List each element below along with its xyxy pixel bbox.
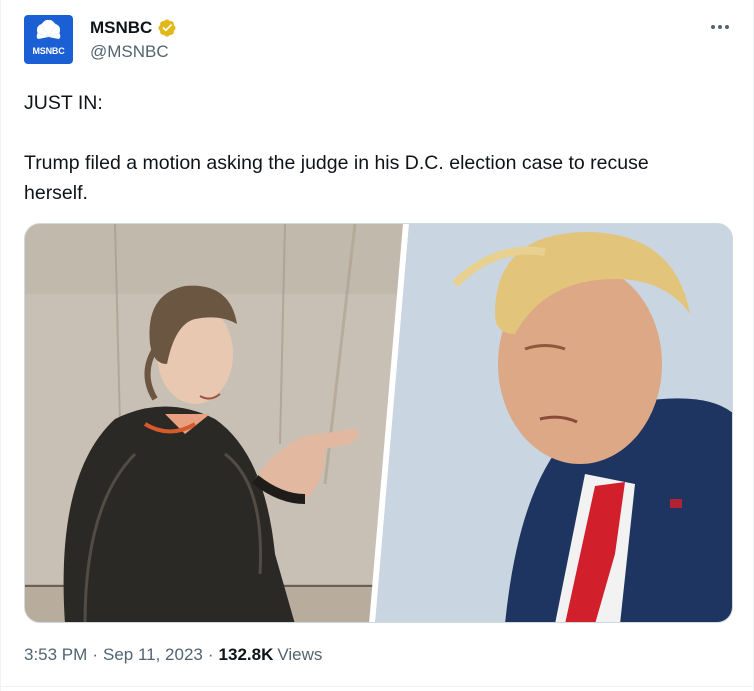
- tweet-text-line: herself.: [24, 182, 88, 204]
- peacock-logo: [36, 19, 61, 39]
- tweet-meta: 3:53 PM · Sep 11, 2023 · 132.8K Views: [24, 645, 322, 665]
- meta-separator: ·: [207, 645, 214, 664]
- tweet-card: MSNBC MSNBC @MSNBC JUST IN: Trump filed …: [0, 0, 754, 691]
- meta-separator: ·: [92, 645, 98, 664]
- courtroom-sketch-image[interactable]: [25, 224, 403, 623]
- tweet-date[interactable]: Sep 11, 2023: [103, 645, 203, 665]
- author-handle[interactable]: @MSNBC: [90, 42, 169, 62]
- author-name-row: MSNBC: [90, 17, 177, 39]
- author-avatar[interactable]: MSNBC: [24, 15, 73, 64]
- tweet-text-line: JUST IN:: [24, 92, 103, 114]
- tweet-time[interactable]: 3:53 PM: [24, 645, 87, 665]
- verified-badge-icon: [158, 19, 176, 37]
- trump-photo-image[interactable]: [375, 224, 733, 623]
- avatar-label: MSNBC: [32, 46, 65, 56]
- tweet-media[interactable]: [24, 223, 733, 623]
- views-label: Views: [277, 645, 323, 664]
- more-horizontal-icon: [711, 25, 729, 29]
- views-count[interactable]: 132.8K: [219, 645, 274, 665]
- divider: [1, 686, 753, 687]
- more-options-button[interactable]: [707, 14, 733, 40]
- tweet-text-line: Trump filed a motion asking the judge in…: [24, 152, 649, 174]
- author-display-name[interactable]: MSNBC: [90, 18, 152, 38]
